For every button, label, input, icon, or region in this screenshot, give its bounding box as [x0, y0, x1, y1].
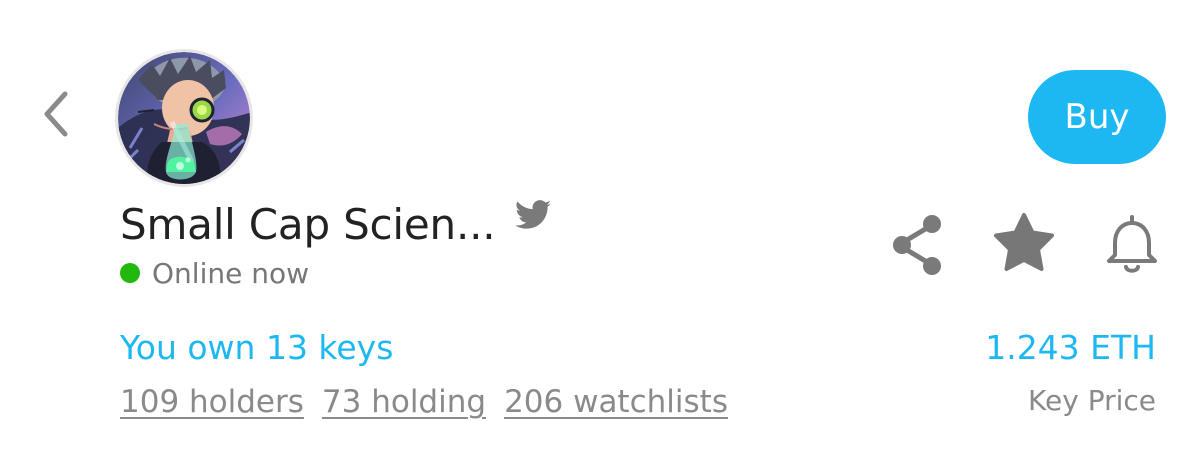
- status-text: Online now: [152, 256, 309, 290]
- holding-link[interactable]: 73 holding: [322, 384, 486, 420]
- star-icon[interactable]: [988, 210, 1060, 280]
- online-status-dot: [120, 263, 140, 283]
- buy-button[interactable]: Buy: [1028, 70, 1166, 164]
- avatar: [118, 52, 250, 184]
- key-price-label: Key Price: [1028, 384, 1156, 417]
- profile-actions: [888, 210, 1168, 280]
- chevron-left-icon: [44, 91, 68, 137]
- twitter-icon-glyph: [515, 200, 552, 229]
- back-button[interactable]: [34, 88, 78, 140]
- online-status: Online now: [120, 254, 309, 292]
- keys-owned-text: You own 13 keys: [120, 328, 394, 367]
- watchlists-link[interactable]: 206 watchlists: [504, 384, 728, 420]
- twitter-icon[interactable]: [515, 200, 552, 230]
- share-icon[interactable]: [888, 210, 948, 280]
- avatar-illustration: [118, 52, 250, 184]
- holders-link[interactable]: 109 holders: [120, 384, 304, 420]
- stats-row: 109 holders 73 holding 206 watchlists: [120, 384, 728, 420]
- bell-icon[interactable]: [1102, 210, 1162, 280]
- profile-name-row: Small Cap Scien...: [120, 196, 552, 252]
- key-price-value: 1.243 ETH: [985, 328, 1156, 367]
- profile-name: Small Cap Scien...: [120, 199, 496, 249]
